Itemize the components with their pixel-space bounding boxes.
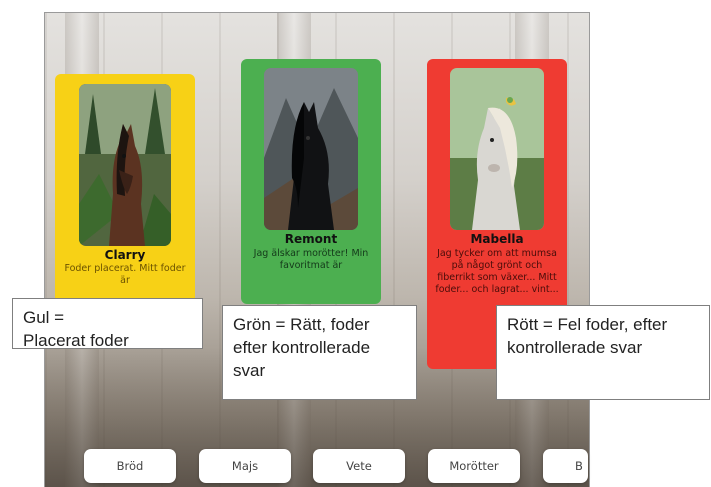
horse-name: Clarry [104,248,146,262]
horse-card-remont[interactable]: Remont Jag älskar morötter! Min favoritm… [241,59,381,304]
food-button-brod[interactable]: Bröd [84,449,176,483]
horse-name: Remont [284,232,338,246]
food-button-label: B [575,459,583,473]
black-horse-portrait-icon [264,68,358,230]
horse-card-clarry[interactable]: Clarry Foder placerat. Mitt foder är [55,74,195,304]
food-button-label: Vete [346,459,372,473]
food-button-label: Majs [231,459,259,473]
food-button-partial[interactable]: B [543,449,588,483]
food-button-morotter[interactable]: Morötter [428,449,520,483]
horse-message: Foder placerat. Mitt foder är [64,263,186,286]
white-horse-portrait-icon [450,68,544,230]
food-button-vete[interactable]: Vete [313,449,405,483]
legend-line: efter kontrollerade [233,338,371,357]
food-button-label: Bröd [116,459,144,473]
legend-note-green: Grön = Rätt, foder efter kontrollerade s… [222,305,417,400]
horse-message: Jag älskar morötter! Min favoritmat är [253,248,369,271]
legend-line: kontrollerade svar [507,338,643,357]
food-button-majs[interactable]: Majs [199,449,291,483]
horse-message: Jag tycker om att mumsa på något grönt o… [435,248,559,295]
legend-line: svar [233,361,266,380]
legend-line: Grön = Rätt, foder [233,315,370,334]
horse-name: Mabella [470,232,524,246]
legend-note-red: Rött = Fel foder, efter kontrollerade sv… [496,305,710,400]
legend-note-yellow: Gul = Placerat foder [12,298,203,350]
brown-horse-portrait-icon [79,84,171,246]
food-button-label: Morötter [449,459,499,473]
legend-line: Rött = Fel foder, efter [507,315,668,334]
legend-line: Gul = [23,308,65,327]
legend-line: Placerat foder [23,331,129,350]
